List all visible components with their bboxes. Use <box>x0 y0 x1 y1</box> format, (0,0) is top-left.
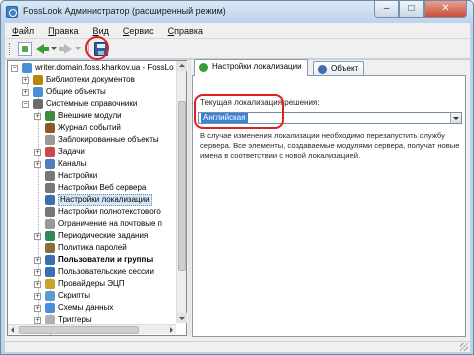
tree-item[interactable]: + Пользователи и группы <box>8 254 180 266</box>
object-tab-icon <box>318 65 327 74</box>
menu-bar: Файл Правка Вид Сервис Справка <box>5 23 470 39</box>
toolbar-grip[interactable] <box>9 43 12 55</box>
tree-item[interactable]: + Общие объекты <box>8 86 180 98</box>
toolbar <box>5 39 470 59</box>
app-window: FossLook Администратор (расширенный режи… <box>0 0 474 355</box>
library-icon <box>33 75 43 85</box>
tree-item-selected[interactable]: Настройки локализации <box>8 194 180 206</box>
collapse-icon[interactable]: − <box>11 65 18 72</box>
pane-splitter[interactable] <box>188 60 191 336</box>
tree-item[interactable]: Настройки полнотекстового <box>8 206 180 218</box>
fosslook-app-icon <box>6 6 18 18</box>
scheduled-jobs-icon <box>45 231 55 241</box>
tree-root[interactable]: − writer.domain.foss.kharkov.ua - FossLo <box>8 62 180 74</box>
localization-tab-icon <box>199 63 208 72</box>
tree-item[interactable]: + Каналы <box>8 158 180 170</box>
user-sessions-icon <box>45 267 55 277</box>
password-policy-icon <box>45 243 55 253</box>
expand-icon[interactable]: + <box>22 77 29 84</box>
tab-localization-settings[interactable]: Настройки локализации <box>194 59 308 76</box>
scripts-icon <box>45 291 55 301</box>
modules-icon <box>45 111 55 121</box>
resize-grip-icon[interactable] <box>460 343 468 351</box>
expand-icon[interactable]: + <box>34 257 41 264</box>
tree-item[interactable]: Настройки <box>8 170 180 182</box>
signature-providers-icon <box>45 279 55 289</box>
menu-edit[interactable]: Правка <box>41 26 85 36</box>
scroll-right-icon[interactable] <box>166 325 176 335</box>
system-directories-icon <box>33 99 43 109</box>
expand-icon[interactable]: + <box>34 161 41 168</box>
localization-highlight-ring <box>194 94 284 129</box>
expand-icon[interactable]: + <box>34 281 41 288</box>
tree-item[interactable]: Ограничение на почтовые п <box>8 218 180 230</box>
menu-view[interactable]: Вид <box>86 26 116 36</box>
tree-horizontal-scrollbar[interactable] <box>8 324 176 334</box>
tab-object[interactable]: Объект <box>313 61 365 76</box>
menu-file[interactable]: Файл <box>5 26 41 36</box>
expand-icon[interactable]: + <box>34 113 41 120</box>
minimize-button[interactable]: – <box>374 1 399 18</box>
window-title: FossLook Администратор (расширенный режи… <box>23 6 226 16</box>
mail-restriction-icon <box>45 219 55 229</box>
window-controls: – □ ✕ <box>374 1 467 19</box>
expand-icon[interactable]: + <box>34 269 41 276</box>
menu-service[interactable]: Сервис <box>116 26 161 36</box>
tree-item[interactable]: + Схемы данных <box>8 302 180 314</box>
tree-item[interactable]: + Периодические задания <box>8 230 180 242</box>
title-bar: FossLook Администратор (расширенный режи… <box>1 1 473 23</box>
tree-vertical-scrollbar[interactable] <box>176 61 187 323</box>
tree-item[interactable]: + Библиотеки документов <box>8 74 180 86</box>
maximize-button[interactable]: □ <box>399 1 424 18</box>
channels-icon <box>45 159 55 169</box>
fulltext-settings-icon <box>45 207 55 217</box>
data-schemes-icon <box>45 303 55 313</box>
localization-panel: Текущая локализация решения: Английская … <box>192 75 466 337</box>
tree-item[interactable]: − Системные справочники <box>8 98 180 110</box>
save-highlight-ring <box>85 36 109 60</box>
collapse-icon[interactable]: − <box>22 101 29 108</box>
details-pane: Настройки локализации Объект Текущая лок… <box>192 59 468 337</box>
web-server-settings-icon <box>45 183 55 193</box>
expand-icon[interactable]: + <box>34 305 41 312</box>
menu-help[interactable]: Справка <box>161 26 210 36</box>
scroll-thumb[interactable] <box>19 326 139 334</box>
expand-icon[interactable]: + <box>34 317 41 324</box>
tree-item[interactable]: Заблокированные объекты <box>8 134 180 146</box>
shared-objects-icon <box>33 87 43 97</box>
navigation-tree: − writer.domain.foss.kharkov.ua - FossLo… <box>7 60 187 336</box>
expand-icon[interactable]: + <box>22 89 29 96</box>
locked-objects-icon <box>45 135 55 145</box>
localization-description: В случае изменения локализации необходим… <box>200 131 460 160</box>
back-dropdown-icon[interactable] <box>51 47 57 50</box>
event-log-icon <box>45 123 55 133</box>
tree-item[interactable]: + Пользовательские сессии <box>8 266 180 278</box>
status-bar <box>5 341 470 352</box>
scroll-up-icon[interactable] <box>177 61 187 71</box>
expand-icon[interactable]: + <box>34 293 41 300</box>
tree-item[interactable]: Политика паролей <box>8 242 180 254</box>
chevron-down-icon[interactable] <box>450 113 461 123</box>
settings-icon <box>45 171 55 181</box>
server-icon <box>22 63 32 73</box>
localization-settings-icon <box>45 195 55 205</box>
refresh-icon[interactable] <box>18 42 32 56</box>
tree-item[interactable]: + Провайдеры ЭЦП <box>8 278 180 290</box>
tree-item[interactable]: Настройки Веб сервера <box>8 182 180 194</box>
tree-item[interactable]: + Скрипты <box>8 290 180 302</box>
close-button[interactable]: ✕ <box>424 1 467 18</box>
scroll-down-icon[interactable] <box>177 313 187 323</box>
tree-item[interactable]: + Внешние модули <box>8 110 180 122</box>
tasks-icon <box>45 147 55 157</box>
scroll-thumb[interactable] <box>178 101 186 271</box>
expand-icon[interactable]: + <box>34 149 41 156</box>
expand-icon[interactable]: + <box>34 233 41 240</box>
scroll-left-icon[interactable] <box>8 325 18 335</box>
forward-dropdown-icon[interactable] <box>75 47 81 50</box>
tree-item[interactable]: + Задачи <box>8 146 180 158</box>
users-groups-icon <box>45 255 55 265</box>
tree-item[interactable]: Журнал событий <box>8 122 180 134</box>
forward-arrow-icon[interactable] <box>59 42 73 56</box>
back-arrow-icon[interactable] <box>36 42 50 56</box>
